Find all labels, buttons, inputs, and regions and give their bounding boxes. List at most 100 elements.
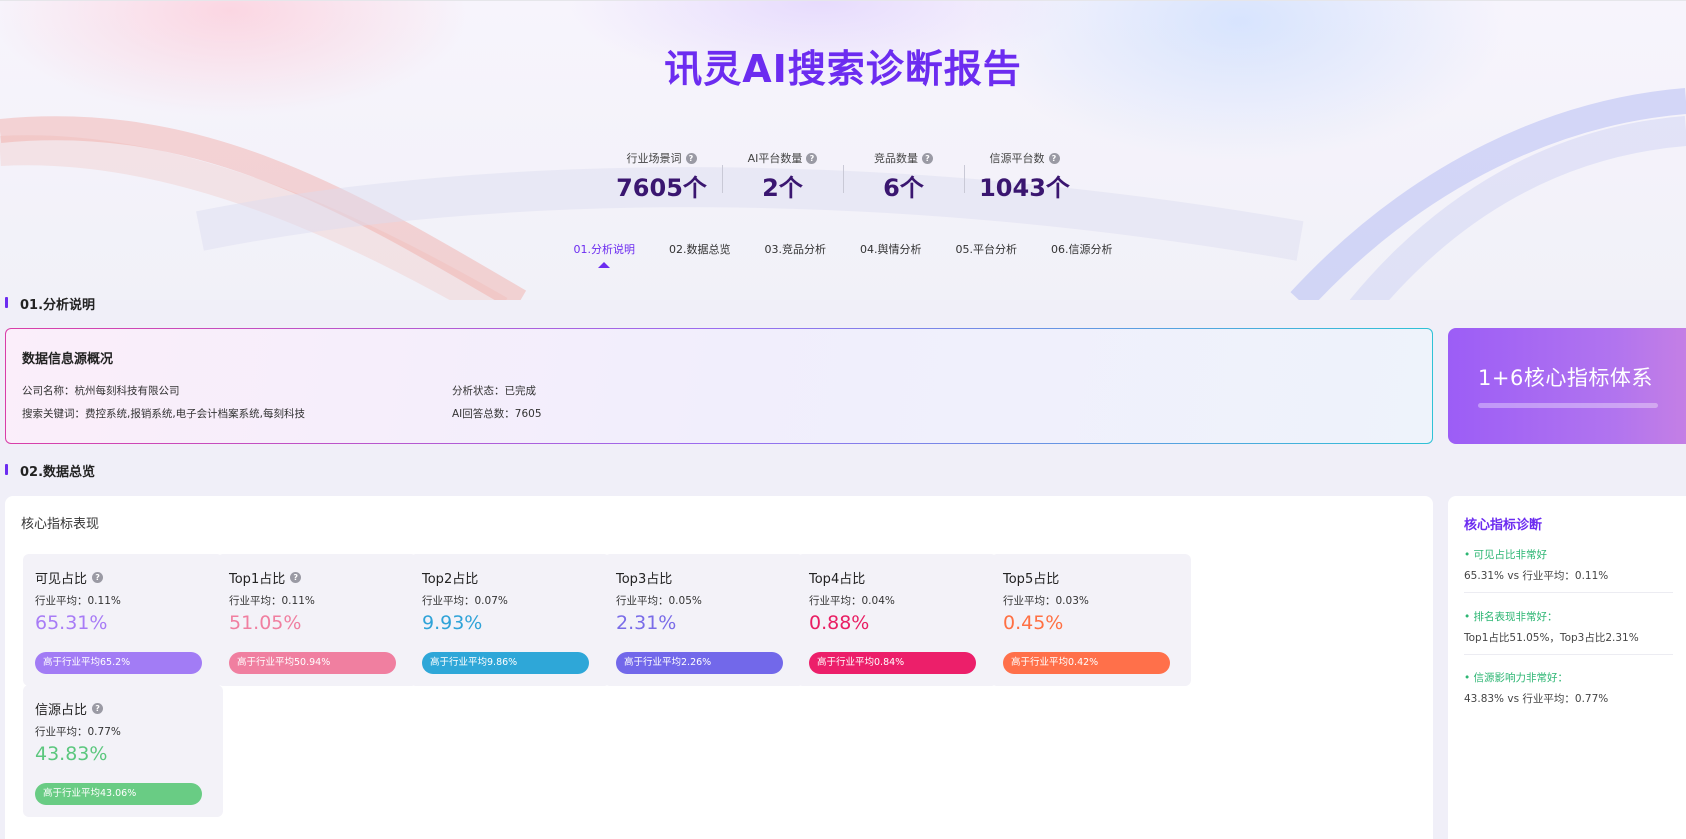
company-name: 公司名称：杭州每刻科技有限公司	[22, 385, 180, 397]
metric-title: Top1占比?	[229, 568, 302, 587]
metric-value: 43.83%	[35, 743, 108, 765]
metric-badge: 高于行业平均65.2%	[35, 652, 202, 674]
page-title: 讯灵AI搜索诊断报告	[664, 47, 1022, 91]
stat-value: 6个	[883, 174, 924, 202]
tab-6[interactable]: 06.信源分析	[1034, 241, 1130, 257]
metric-industry-average: 行业平均：0.03%	[1003, 595, 1089, 607]
stat-label: 信源平台数?	[990, 150, 1060, 166]
tab-1[interactable]: 01.分析说明	[557, 241, 653, 268]
core-metrics-panel: 核心指标表现 可见占比? 行业平均：0.11% 65.31% 高于行业平均65.2% T…	[5, 496, 1433, 839]
metric-card: Top5占比行业平均：0.03% 0.45% 高于行业平均0.42%	[991, 554, 1191, 686]
diagnosis-item-title: • 信源影响力非常好：	[1464, 672, 1569, 684]
metric-title-text: Top1占比	[229, 572, 286, 587]
stat-value: 7605个	[616, 174, 707, 202]
diagnosis-item: • 排名表现非常好： Top1占比51.05%，Top3占比2.31%	[1464, 609, 1673, 645]
stat-label-text: AI平台数量	[747, 152, 803, 165]
help-icon[interactable]: ?	[92, 572, 104, 583]
diagnosis-item-detail: 65.31% vs 行业平均：0.11%	[1464, 570, 1609, 582]
metric-title-text: 信源占比	[35, 703, 88, 718]
stat-item: 行业场景词? 7605个	[601, 147, 722, 203]
metric-card: Top4占比行业平均：0.04% 0.88% 高于行业平均0.84%	[797, 554, 997, 686]
stat-value: 1043个	[979, 174, 1070, 202]
section-heading-analysis: 01.分析说明	[5, 294, 95, 313]
stats-bar: 行业场景词? 7605个 AI平台数量? 2个 竞品数量? 6个 信源平台数? 1043个	[0, 147, 1686, 203]
metric-title-text: Top2占比	[422, 572, 479, 587]
help-icon[interactable]: ?	[685, 152, 697, 164]
data-source-card: 数据信息源概况 公司名称：杭州每刻科技有限公司 搜索关键词：费控系统,报销系统,…	[5, 328, 1433, 444]
stat-label-text: 竞品数量	[874, 152, 918, 165]
metric-industry-average: 行业平均：0.05%	[616, 595, 702, 607]
stat-label-text: 信源平台数	[989, 152, 1045, 165]
core-metric-banner: 1+6核心指标体系	[1448, 328, 1686, 444]
metric-title: Top2占比	[422, 568, 478, 587]
stat-item: 信源平台数? 1043个	[964, 147, 1085, 203]
panel-title: 核心指标表现	[21, 517, 100, 532]
analysis-status: 分析状态：已完成	[452, 385, 536, 397]
help-icon[interactable]: ?	[92, 703, 104, 714]
diagnosis-item-title: • 排名表现非常好：	[1464, 611, 1558, 623]
card-title: 数据信息源概况	[22, 352, 114, 367]
diagnosis-item: • 信源影响力非常好： 43.83% vs 行业平均：0.77%	[1464, 670, 1673, 706]
diagnosis-title: 核心指标诊断	[1464, 518, 1543, 533]
divider	[1464, 654, 1673, 655]
metric-title: 可见占比?	[35, 568, 104, 587]
metric-card: 可见占比? 行业平均：0.11% 65.31% 高于行业平均65.2%	[23, 554, 223, 686]
stat-item: AI平台数量? 2个	[722, 147, 843, 203]
metric-card: Top2占比行业平均：0.07% 9.93% 高于行业平均9.86%	[410, 554, 610, 686]
stat-value: 2个	[762, 174, 803, 202]
metric-value: 2.31%	[616, 612, 677, 634]
metric-title-text: Top3占比	[616, 572, 673, 587]
metric-industry-average: 行业平均：0.11%	[229, 595, 315, 607]
help-icon[interactable]: ?	[1048, 152, 1060, 164]
metric-badge: 高于行业平均2.26%	[616, 652, 783, 674]
help-icon[interactable]: ?	[806, 152, 818, 164]
metric-title: Top3占比	[616, 568, 672, 587]
metric-title: Top5占比	[1003, 568, 1059, 587]
metric-industry-average: 行业平均：0.07%	[422, 595, 508, 607]
metric-value: 0.88%	[809, 612, 870, 634]
stat-item: 竞品数量? 6个	[843, 147, 964, 203]
metric-value: 0.45%	[1003, 612, 1064, 634]
divider	[1464, 592, 1673, 593]
stat-label-text: 行业场景词	[626, 152, 682, 165]
diagnosis-item-detail: 43.83% vs 行业平均：0.77%	[1464, 693, 1609, 705]
tab-2[interactable]: 02.数据总览	[652, 241, 748, 257]
ai-answer-count: AI回答总数：7605	[452, 408, 542, 420]
metric-badge: 高于行业平均50.94%	[229, 652, 396, 674]
stat-label: 竞品数量?	[874, 150, 933, 166]
section-heading-overview: 02.数据总览	[5, 461, 95, 480]
diagnosis-item-detail: Top1占比51.05%，Top3占比2.31%	[1464, 632, 1639, 644]
metric-title-text: Top5占比	[1003, 572, 1060, 587]
help-icon[interactable]: ?	[290, 572, 302, 583]
metric-value: 9.93%	[422, 612, 483, 634]
tab-4[interactable]: 04.舆情分析	[843, 241, 939, 257]
metric-title-text: 可见占比	[35, 572, 88, 587]
section-tabs: 01.分析说明 02.数据总览 03.竞品分析 04.舆情分析 05.平台分析 06.信源…	[0, 241, 1686, 268]
metric-value: 51.05%	[229, 612, 302, 634]
diagnosis-item: • 可见占比非常好 65.31% vs 行业平均：0.11%	[1464, 547, 1673, 583]
stat-label: 行业场景词?	[627, 150, 697, 166]
metric-title: 信源占比?	[35, 699, 104, 718]
metric-industry-average: 行业平均：0.04%	[809, 595, 895, 607]
metric-value: 65.31%	[35, 612, 108, 634]
metric-badge: 高于行业平均43.06%	[35, 783, 202, 805]
metric-title-text: Top4占比	[809, 572, 866, 587]
metric-badge: 高于行业平均0.42%	[1003, 652, 1170, 674]
tab-3[interactable]: 03.竞品分析	[748, 241, 844, 257]
metric-card: Top3占比行业平均：0.05% 2.31% 高于行业平均2.26%	[604, 554, 804, 686]
metric-card: 信源占比? 行业平均：0.77% 43.83% 高于行业平均43.06%	[23, 685, 223, 817]
help-icon[interactable]: ?	[922, 152, 933, 164]
banner-text: 1+6核心指标体系	[1478, 366, 1653, 390]
search-keywords: 搜索关键词：费控系统,报销系统,电子会计档案系统,每刻科技	[22, 408, 306, 420]
metric-industry-average: 行业平均：0.77%	[35, 726, 121, 738]
stat-label: AI平台数量?	[748, 150, 818, 166]
metric-badge: 高于行业平均0.84%	[809, 652, 976, 674]
metric-badge: 高于行业平均9.86%	[422, 652, 589, 674]
metric-industry-average: 行业平均：0.11%	[35, 595, 121, 607]
metric-title: Top4占比	[809, 568, 865, 587]
diagnosis-item-title: • 可见占比非常好	[1464, 549, 1548, 561]
tab-5[interactable]: 05.平台分析	[939, 241, 1035, 257]
banner-bar	[1478, 403, 1658, 408]
metric-card: Top1占比? 行业平均：0.11% 51.05% 高于行业平均50.94%	[217, 554, 417, 686]
diagnosis-panel: 核心指标诊断 • 可见占比非常好 65.31% vs 行业平均：0.11% • 排名…	[1448, 496, 1686, 839]
